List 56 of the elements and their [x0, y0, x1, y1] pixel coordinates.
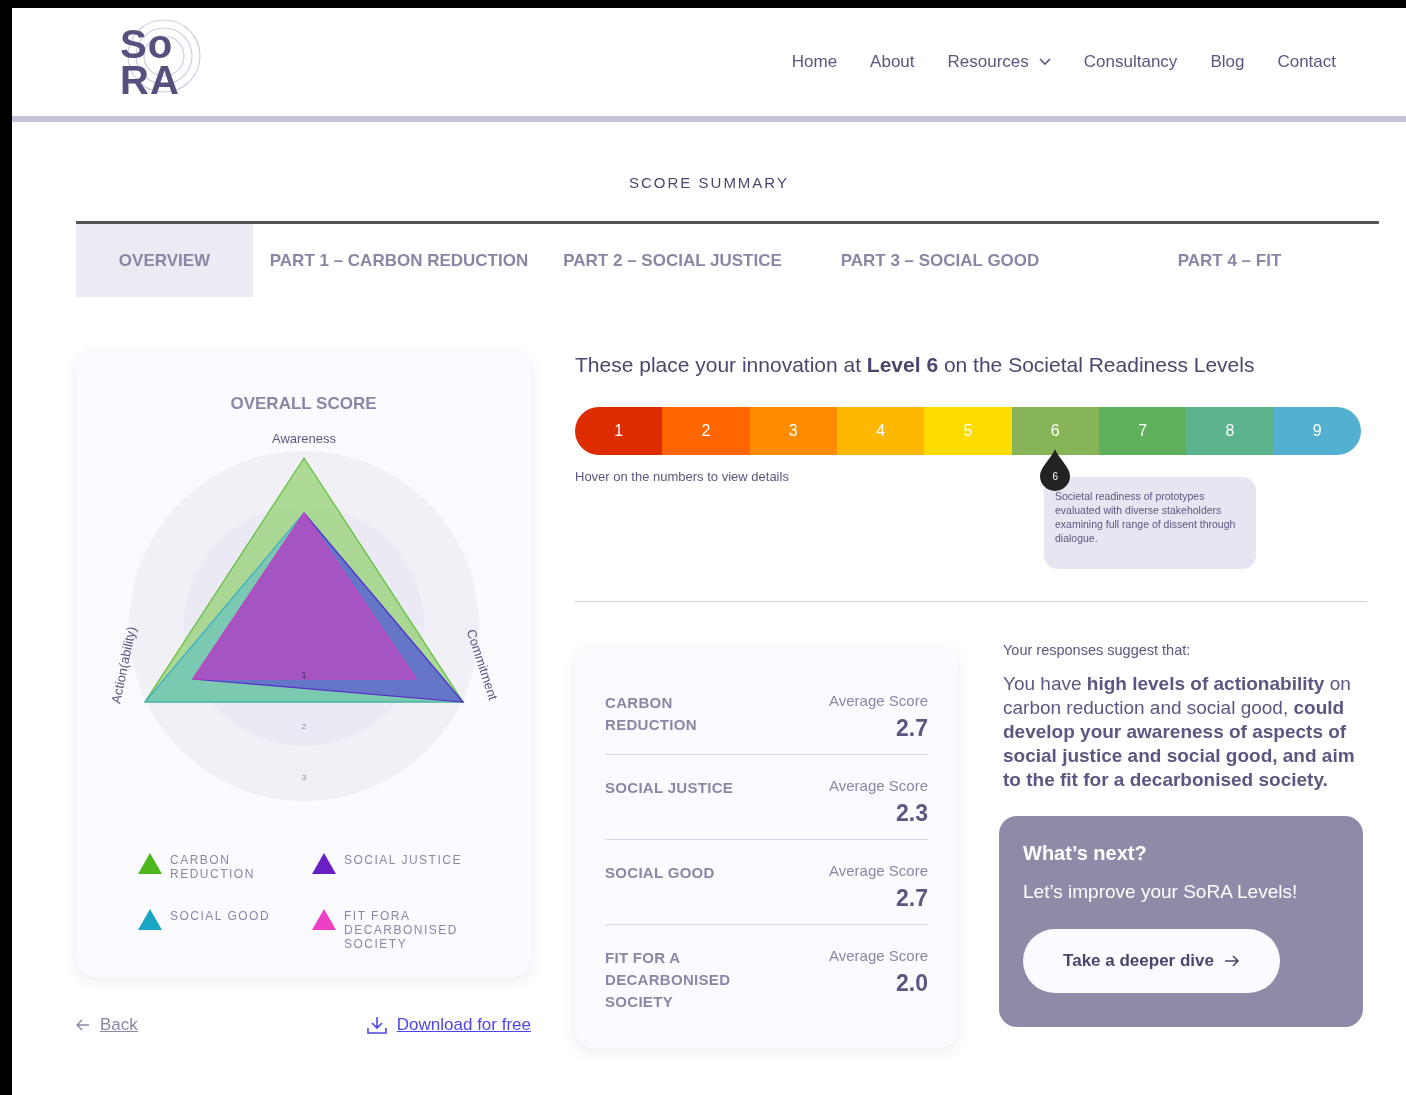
level-segment[interactable]: 2	[662, 407, 750, 455]
logo-text: RA	[120, 62, 181, 98]
score-caption: Average Score	[829, 947, 928, 964]
level-segment[interactable]: 7	[1098, 407, 1187, 455]
level-segment[interactable]: 1	[575, 407, 663, 455]
nav-link[interactable]: About	[870, 52, 915, 72]
score-value: 2.7	[895, 885, 928, 912]
score-name: SOCIAL GOOD	[605, 863, 716, 883]
ring-label: 1	[301, 670, 307, 680]
legend-label: FIT FORA DECARBONISED SOCIETY	[344, 909, 460, 951]
level-segment[interactable]: 9	[1273, 407, 1361, 455]
score-name: FIT FOR A DECARBONISED SOCIETY	[605, 948, 732, 1012]
score-caption: Average Score	[829, 862, 928, 879]
logo[interactable]: So RA	[120, 22, 200, 102]
intro-text: Your responses suggest that:	[1003, 642, 1192, 658]
download-icon	[366, 1016, 387, 1034]
score-value: 2.3	[895, 800, 928, 827]
level-segment[interactable]: 8	[1186, 407, 1274, 455]
tab[interactable]: PART 2 – SOCIAL JUSTICE	[545, 224, 800, 297]
page-title: SCORE SUMMARY	[628, 174, 790, 191]
next-title: What’s next?	[1023, 842, 1148, 865]
deeper-dive-button[interactable]: Take a deeper dive	[1023, 929, 1280, 993]
logo-text: So	[120, 26, 175, 62]
hint-text: Hover on the numbers to view details	[575, 469, 789, 486]
legend-label: SOCIAL JUSTICE	[344, 853, 463, 867]
level-segment[interactable]: 4	[837, 407, 925, 455]
arrow-left-icon	[76, 1019, 90, 1031]
tab[interactable]: PART 3 – SOCIAL GOOD	[800, 224, 1080, 297]
level-marker: 6	[1039, 449, 1072, 491]
suggestion-text: You have high levels of actionability on carbon reduction and social good, could develop your awareness of aspects of social justice and social good, and aim to the fit for a decarbonised society.	[1003, 672, 1356, 792]
score-value: 2.0	[895, 970, 928, 997]
tab[interactable]: PART 1 – CARBON REDUCTION	[253, 224, 545, 297]
level-heading: These place your innovation at Level 6 on the Societal Readiness Levels	[575, 353, 1256, 377]
score-name: SOCIAL JUSTICE	[605, 778, 735, 798]
legend-label: SOCIAL GOOD	[170, 909, 271, 923]
nav-link[interactable]: Contact	[1277, 52, 1336, 72]
nav-link[interactable]: Blog	[1210, 52, 1245, 72]
next-text: Let’s improve your SoRA Levels!	[1023, 881, 1299, 903]
ring-label: 3	[301, 773, 307, 782]
tab[interactable]: OVERVIEW	[76, 224, 253, 297]
download-link[interactable]: Download for free	[366, 1015, 531, 1035]
score-caption: Average Score	[829, 692, 928, 709]
score-value: 2.7	[895, 715, 928, 742]
level-segment[interactable]: 6	[1011, 407, 1099, 455]
nav-link[interactable]: Home	[791, 52, 838, 72]
back-link[interactable]: Back	[76, 1015, 138, 1035]
ring-label: 2	[301, 722, 307, 731]
score-name: CARBON REDUCTION	[605, 693, 698, 735]
card-title: OVERALL SCORE	[229, 394, 378, 414]
nav-link[interactable]: Resources	[947, 52, 1051, 72]
tab[interactable]: PART 4 – FIT	[1080, 224, 1379, 297]
arrow-right-icon	[1223, 955, 1240, 967]
nav-link[interactable]: Consultancy	[1083, 52, 1178, 72]
score-caption: Average Score	[829, 777, 928, 794]
axis-label: Awareness	[271, 431, 337, 446]
level-segment[interactable]: 3	[749, 407, 837, 455]
